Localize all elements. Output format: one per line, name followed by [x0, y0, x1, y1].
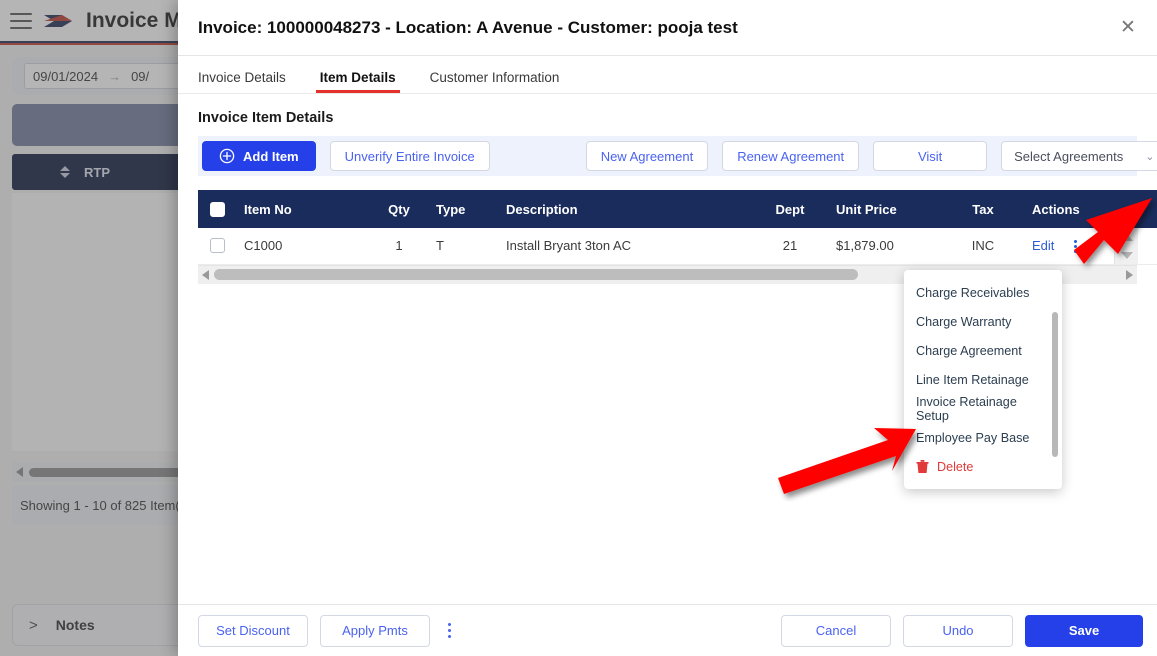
column-header-actions: Actions: [1026, 190, 1118, 228]
column-header-unit-price[interactable]: Unit Price: [830, 190, 940, 228]
cell-unit-price: $1,879.00: [830, 228, 940, 265]
save-button[interactable]: Save: [1025, 614, 1143, 647]
menu-item-charge-agreement[interactable]: Charge Agreement: [904, 336, 1062, 365]
item-details-table: Item No Qty Type Description Dept Unit P…: [198, 190, 1157, 265]
column-header-dept[interactable]: Dept: [750, 190, 830, 228]
add-item-label: Add Item: [243, 148, 299, 164]
add-item-button[interactable]: Add Item: [202, 141, 316, 171]
scroll-up-arrow-icon[interactable]: [1120, 233, 1133, 241]
trash-icon: [916, 459, 929, 474]
column-header-description[interactable]: Description: [500, 190, 750, 228]
row-select-cell: [198, 228, 238, 265]
menu-item-line-item-retainage[interactable]: Line Item Retainage: [904, 365, 1062, 394]
select-all-checkbox[interactable]: [210, 201, 225, 217]
menu-item-delete-label: Delete: [937, 459, 974, 474]
cancel-button[interactable]: Cancel: [781, 614, 891, 647]
column-header-type[interactable]: Type: [430, 190, 500, 228]
column-header-spacer: [1118, 190, 1157, 228]
menu-item-employee-pay-base[interactable]: Employee Pay Base: [904, 423, 1062, 452]
apply-pmts-button[interactable]: Apply Pmts: [320, 614, 430, 647]
tab-item-details[interactable]: Item Details: [315, 70, 400, 93]
menu-item-charge-warranty[interactable]: Charge Warranty: [904, 307, 1062, 336]
row-checkbox[interactable]: [210, 238, 225, 254]
modal-title: Invoice: 100000048273 - Location: A Aven…: [198, 17, 738, 37]
table-body: C1000 1 T Install Bryant 3ton AC 21 $1,8…: [198, 228, 1157, 265]
tab-customer-information[interactable]: Customer Information: [430, 70, 560, 93]
table-scrollbar-thumb[interactable]: [214, 269, 858, 280]
close-icon[interactable]: ✕: [1113, 13, 1143, 43]
scroll-down-arrow-icon[interactable]: [1120, 251, 1133, 259]
column-header-tax[interactable]: Tax: [940, 190, 1026, 228]
row-actions-menu: Charge Receivables Charge Warranty Charg…: [904, 270, 1062, 489]
item-toolbar: Add Item Unverify Entire Invoice New Agr…: [198, 136, 1157, 176]
renew-agreement-button[interactable]: Renew Agreement: [722, 141, 860, 171]
menu-item-invoice-retainage-setup[interactable]: Invoice Retainage Setup: [904, 394, 1062, 423]
column-header-qty[interactable]: Qty: [368, 190, 430, 228]
tab-invoice-details[interactable]: Invoice Details: [198, 70, 286, 93]
unverify-entire-invoice-button[interactable]: Unverify Entire Invoice: [329, 141, 490, 171]
cell-actions: Edit: [1026, 228, 1118, 265]
column-header-item-no[interactable]: Item No: [238, 190, 368, 228]
modal-footer: Set Discount Apply Pmts Cancel Undo Save: [178, 604, 1157, 656]
section-title: Invoice Item Details: [198, 110, 334, 126]
cell-description: Install Bryant 3ton AC: [500, 228, 750, 265]
modal-tabs: Invoice Details Item Details Customer In…: [178, 56, 1157, 94]
row-actions-kebab-icon[interactable]: [1074, 240, 1078, 254]
new-agreement-button[interactable]: New Agreement: [585, 141, 709, 171]
select-all-header: [198, 190, 238, 228]
menu-scrollbar-thumb[interactable]: [1052, 312, 1058, 457]
visit-button[interactable]: Visit: [873, 141, 988, 171]
cell-type: T: [430, 228, 500, 265]
table-vertical-scroll-arrows[interactable]: [1114, 228, 1138, 264]
table-row[interactable]: C1000 1 T Install Bryant 3ton AC 21 $1,8…: [198, 228, 1157, 265]
table-scroll-right-arrow-icon[interactable]: [1126, 269, 1133, 280]
table-scroll-left-arrow-icon[interactable]: [202, 269, 209, 280]
footer-more-actions-kebab-icon[interactable]: [448, 623, 451, 638]
cell-tax: INC: [940, 228, 1026, 265]
menu-item-delete[interactable]: Delete: [904, 452, 1062, 481]
plus-circle-icon: [219, 148, 235, 164]
modal-header: Invoice: 100000048273 - Location: A Aven…: [178, 0, 1157, 56]
cell-item-no: C1000: [238, 228, 368, 265]
select-agreements-label: Select Agreements: [1014, 148, 1124, 164]
undo-button[interactable]: Undo: [903, 614, 1013, 647]
cell-qty: 1: [368, 228, 430, 265]
edit-link[interactable]: Edit: [1032, 238, 1054, 253]
cell-dept: 21: [750, 228, 830, 265]
set-discount-button[interactable]: Set Discount: [198, 614, 308, 647]
select-agreements-dropdown[interactable]: Select Agreements ⌄: [1001, 141, 1157, 171]
table-head: Item No Qty Type Description Dept Unit P…: [198, 190, 1157, 228]
chevron-down-icon: ⌄: [1145, 150, 1155, 163]
menu-item-charge-receivables[interactable]: Charge Receivables: [904, 278, 1062, 307]
table-header-row: Item No Qty Type Description Dept Unit P…: [198, 190, 1157, 228]
